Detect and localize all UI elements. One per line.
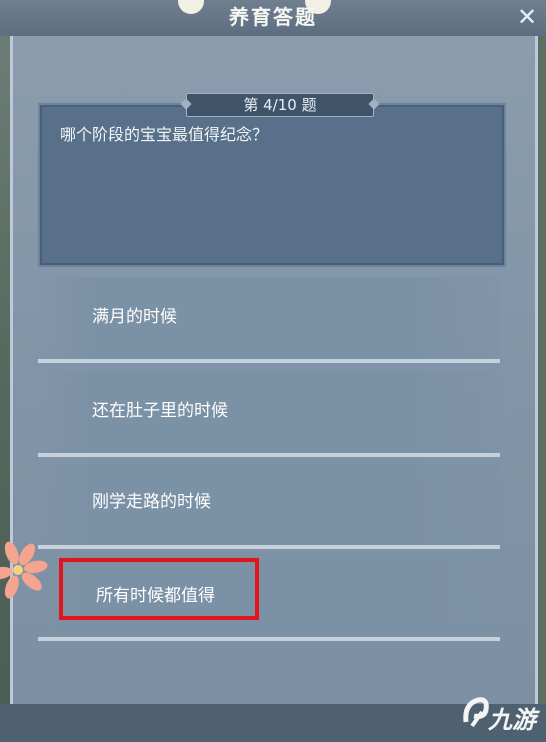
question-text: 哪个阶段的宝宝最值得纪念？ — [60, 125, 269, 144]
option-1[interactable]: 满月的时候 — [38, 277, 500, 363]
answer-highlight-box — [59, 558, 259, 620]
page-title: 养育答题 — [229, 5, 317, 29]
option-label: 满月的时候 — [92, 307, 177, 327]
option-3[interactable]: 刚学走路的时候 — [38, 463, 500, 549]
option-label: 还在肚子里的时候 — [92, 401, 228, 421]
watermark-text: 九游 — [488, 706, 536, 734]
close-button[interactable]: ✕ — [511, 2, 543, 32]
option-label: 刚学走路的时候 — [92, 492, 211, 512]
option-2[interactable]: 还在肚子里的时候 — [38, 371, 500, 457]
close-icon: ✕ — [516, 3, 538, 31]
flower-decoration-icon — [0, 541, 48, 599]
header-bar: 养育答题 ✕ — [0, 0, 546, 36]
question-number: 第 4/10 题 — [186, 93, 374, 117]
